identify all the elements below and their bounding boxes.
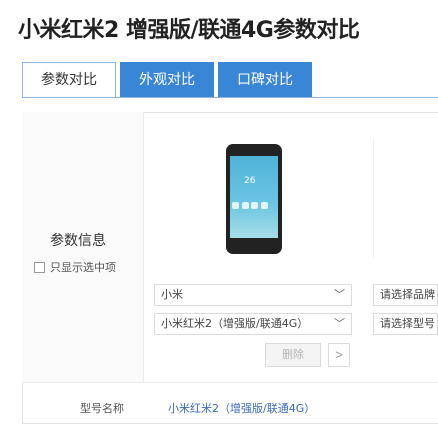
model-select-empty[interactable]: 请选择型号 — [373, 313, 438, 335]
spec-row-label: 型号名称 — [80, 402, 124, 415]
row-divider — [22, 382, 438, 383]
model-select-value: 小米红米2（增强版/联通4G） — [161, 317, 309, 330]
page-title: 小米红米2 增强版/联通4G参数对比 — [18, 18, 360, 43]
only-show-selected[interactable]: 只显示选中项 — [34, 259, 116, 275]
model-select[interactable]: 小米红米2（增强版/联通4G） ﹀ — [154, 313, 352, 335]
empty-product-slot — [373, 138, 438, 258]
tab-appearance-compare[interactable]: 外观对比 — [120, 62, 214, 98]
phone-app-icons — [232, 202, 268, 216]
brand-select-value: 小米 — [161, 288, 183, 301]
tab-review-compare[interactable]: 口碑对比 — [218, 62, 312, 98]
delete-button[interactable]: 删除 — [265, 343, 321, 367]
param-info-title: 参数信息 — [50, 233, 106, 249]
brand-placeholder: 请选择品牌 — [380, 288, 435, 301]
chevron-down-icon: ﹀ — [334, 317, 345, 330]
only-show-checkbox[interactable] — [34, 261, 45, 273]
phone-screen — [230, 156, 278, 238]
model-placeholder: 请选择型号 — [380, 317, 435, 330]
only-show-label: 只显示选中项 — [50, 261, 116, 274]
spec-row-value: 小米红米2（增强版/联通4G） — [168, 402, 316, 415]
tab-bar: 参数对比 外观对比 口碑对比 — [22, 62, 316, 98]
next-button[interactable]: > — [328, 343, 350, 367]
phone-image: 26 — [226, 144, 282, 254]
chevron-down-icon: ﹀ — [334, 288, 345, 301]
tab-param-compare[interactable]: 参数对比 — [22, 62, 116, 98]
phone-clock: 26 — [244, 176, 256, 186]
brand-select[interactable]: 小米 ﹀ — [154, 284, 352, 306]
brand-select-empty[interactable]: 请选择品牌 — [373, 284, 438, 306]
tab-divider — [22, 97, 438, 98]
